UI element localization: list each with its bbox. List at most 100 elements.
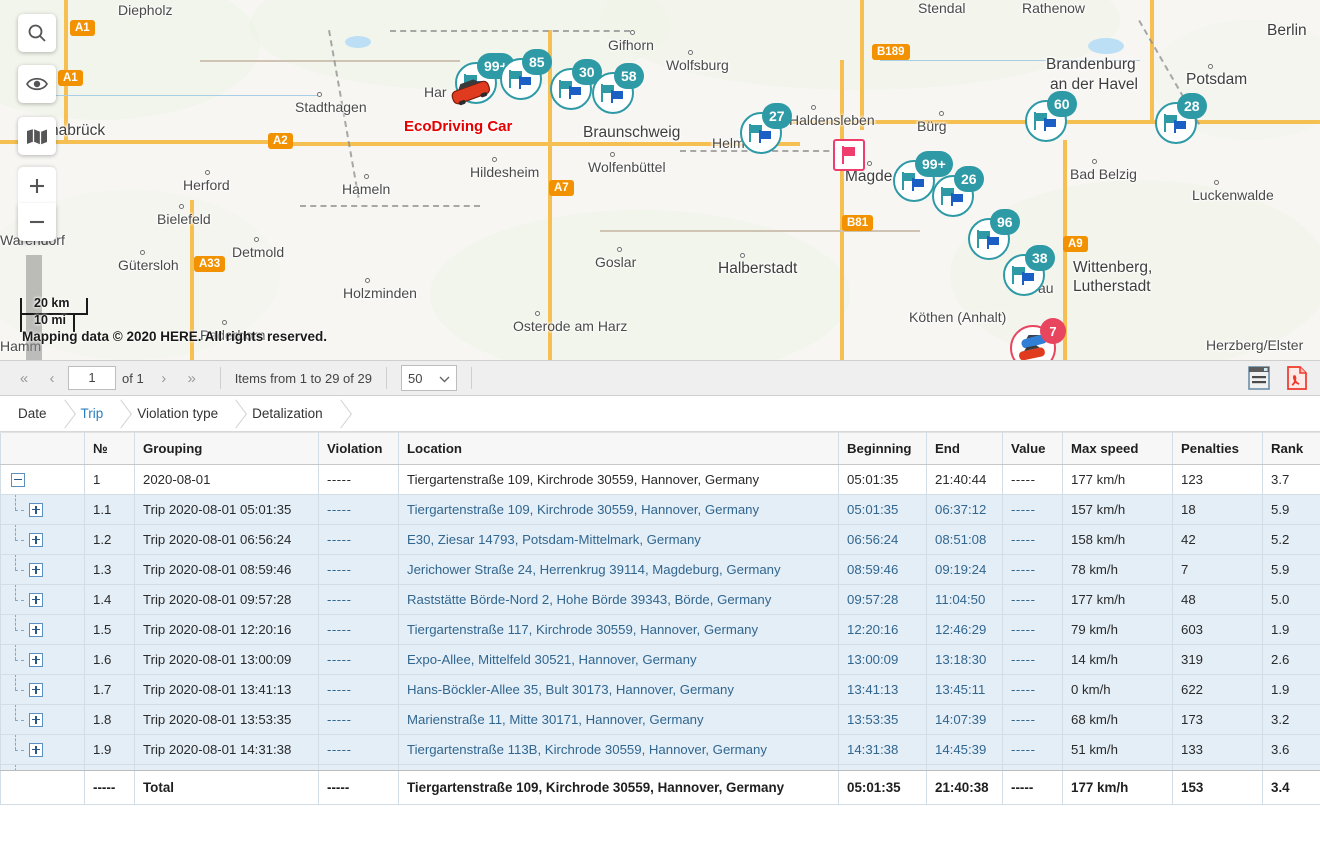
expand-row-icon[interactable] — [29, 743, 43, 757]
next-page-button[interactable]: › — [150, 365, 178, 391]
table-row[interactable]: 1.4Trip 2020-08-01 09:57:28-----Raststät… — [1, 585, 1320, 615]
map-panel[interactable]: DiepholzStendalRathenowBerlinGifhornWolf… — [0, 0, 1320, 360]
cell-end[interactable]: 08:51:08 — [927, 525, 1003, 555]
column-header-max-speed[interactable]: Max speed — [1063, 433, 1173, 465]
map-violation-cluster-marker[interactable]: 30 — [550, 68, 592, 110]
table-row[interactable]: 1.5Trip 2020-08-01 12:20:16-----Tiergart… — [1, 615, 1320, 645]
pagination-bar[interactable]: « ‹ 1 of 1 › » Items from 1 to 29 of 29 … — [0, 360, 1320, 396]
breadcrumb[interactable]: DateTripViolation typeDetalization — [0, 396, 1320, 432]
cell-location[interactable]: Marienstraße 11, Mitte 30171, Hannover, … — [399, 705, 839, 735]
cell-beginning[interactable]: 13:41:13 — [839, 675, 927, 705]
cell-beginning[interactable]: 06:56:24 — [839, 525, 927, 555]
column-header-end[interactable]: End — [927, 433, 1003, 465]
table-row[interactable]: 1.6Trip 2020-08-01 13:00:09-----Expo-All… — [1, 645, 1320, 675]
cell-location[interactable]: E30, Ziesar 14793, Potsdam-Mittelmark, G… — [399, 525, 839, 555]
table-row[interactable]: 1.7Trip 2020-08-01 13:41:13-----Hans-Böc… — [1, 675, 1320, 705]
cell-location[interactable]: Tiergartenstraße 109, Kirchrode 30559, H… — [399, 495, 839, 525]
table-row[interactable]: 1.8Trip 2020-08-01 13:53:35-----Marienst… — [1, 705, 1320, 735]
collapse-row-icon[interactable] — [11, 473, 25, 487]
zoom-in-icon[interactable] — [18, 167, 56, 205]
page-size-select[interactable]: 50 — [401, 365, 457, 391]
expand-row-icon[interactable] — [29, 593, 43, 607]
cell-location[interactable]: Hans-Böckler-Allee 35, Bult 30173, Hanno… — [399, 675, 839, 705]
cell-end[interactable]: 14:07:39 — [927, 705, 1003, 735]
column-header-rank[interactable]: Rank — [1263, 433, 1320, 465]
column-header-tree[interactable] — [1, 433, 85, 465]
column-header-№[interactable]: № — [85, 433, 135, 465]
expand-row-icon[interactable] — [29, 683, 43, 697]
cell-location[interactable]: Tiergartenstraße 113B, Kirchrode 30559, … — [399, 735, 839, 765]
map-violation-cluster-marker[interactable]: 27 — [740, 112, 782, 154]
expand-row-icon[interactable] — [29, 563, 43, 577]
map-violation-cluster-marker[interactable]: 60 — [1025, 100, 1067, 142]
cell-end[interactable]: 06:37:12 — [927, 495, 1003, 525]
map-city-label: Herford — [183, 177, 230, 193]
layers-icon[interactable] — [18, 117, 56, 155]
last-page-button[interactable]: » — [178, 365, 206, 391]
cell-end[interactable]: 09:19:24 — [927, 555, 1003, 585]
cell-grouping: Trip 2020-08-01 13:41:13 — [135, 675, 319, 705]
map-violation-cluster-marker[interactable]: 58 — [592, 72, 634, 114]
expand-row-icon[interactable] — [29, 713, 43, 727]
cell-end[interactable]: 21:40:44 — [927, 465, 1003, 495]
cell-beginning[interactable]: 12:20:16 — [839, 615, 927, 645]
cell-beginning[interactable]: 08:59:46 — [839, 555, 927, 585]
breadcrumb-item-violation-type[interactable]: Violation type — [119, 396, 234, 431]
map-violation-cluster-marker[interactable]: 28 — [1155, 102, 1197, 144]
map-finish-flag-marker[interactable] — [833, 139, 865, 171]
cell-beginning[interactable]: 13:00:09 — [839, 645, 927, 675]
cell-end[interactable]: 13:45:11 — [927, 675, 1003, 705]
breadcrumb-item-detalization[interactable]: Detalization — [234, 396, 339, 431]
expand-row-icon[interactable] — [29, 533, 43, 547]
eye-icon[interactable] — [18, 65, 56, 103]
cell-location[interactable]: Raststätte Börde-Nord 2, Hohe Börde 3934… — [399, 585, 839, 615]
cell-beginning[interactable]: 14:31:38 — [839, 735, 927, 765]
map-border — [300, 205, 480, 207]
map-violation-cluster-marker[interactable]: 26 — [932, 175, 974, 217]
cell-location[interactable]: Jerichower Straße 24, Herrenkrug 39114, … — [399, 555, 839, 585]
cell-location[interactable]: Tiergartenstraße 117, Kirchrode 30559, H… — [399, 615, 839, 645]
column-header-grouping[interactable]: Grouping — [135, 433, 319, 465]
breadcrumb-item-date[interactable]: Date — [0, 396, 63, 431]
cell-beginning[interactable]: 13:53:35 — [839, 705, 927, 735]
cell-beginning[interactable]: 05:01:35 — [839, 495, 927, 525]
table-row[interactable]: 1.2Trip 2020-08-01 06:56:24-----E30, Zie… — [1, 525, 1320, 555]
page-number-input[interactable]: 1 — [68, 366, 116, 390]
cell-end[interactable]: 13:18:30 — [927, 645, 1003, 675]
map-violation-cluster-marker[interactable]: 85 — [500, 58, 542, 100]
first-page-button[interactable]: « — [10, 365, 38, 391]
cell-beginning[interactable]: 05:01:35 — [839, 465, 927, 495]
cell-end[interactable]: 12:46:29 — [927, 615, 1003, 645]
cell-location[interactable]: Expo-Allee, Mittelfeld 30521, Hannover, … — [399, 645, 839, 675]
map-violation-cluster-marker[interactable]: 99+ — [893, 160, 935, 202]
table-row[interactable]: 1.9Trip 2020-08-01 14:31:38-----Tiergart… — [1, 735, 1320, 765]
cell-location[interactable]: Tiergartenstraße 109, Kirchrode 30559, H… — [399, 465, 839, 495]
map-vehicle-cluster-marker[interactable]: 7 — [1010, 325, 1056, 360]
pdf-export-icon[interactable] — [1284, 365, 1310, 391]
expand-row-icon[interactable] — [29, 653, 43, 667]
column-header-violation[interactable]: Violation — [319, 433, 399, 465]
cell-beginning[interactable]: 09:57:28 — [839, 585, 927, 615]
cell-end[interactable]: 14:45:39 — [927, 735, 1003, 765]
search-icon[interactable] — [18, 14, 56, 52]
row-tree-cell — [1, 555, 85, 585]
map-violation-cluster-marker[interactable]: 38 — [1003, 254, 1045, 296]
cell-rank: 5.9 — [1263, 495, 1320, 525]
column-header-penalties[interactable]: Penalties — [1173, 433, 1263, 465]
map-city-label: Holzminden — [343, 285, 417, 301]
table-row[interactable]: 1.3Trip 2020-08-01 08:59:46-----Jerichow… — [1, 555, 1320, 585]
column-header-location[interactable]: Location — [399, 433, 839, 465]
column-header-value[interactable]: Value — [1003, 433, 1063, 465]
prev-page-button[interactable]: ‹ — [38, 365, 66, 391]
expand-row-icon[interactable] — [29, 503, 43, 517]
row-tree-cell — [1, 525, 85, 555]
report-export-icon[interactable] — [1246, 365, 1272, 391]
report-grid[interactable]: №GroupingViolationLocationBeginningEndVa… — [0, 432, 1320, 805]
expand-row-icon[interactable] — [29, 623, 43, 637]
cell-end[interactable]: 11:04:50 — [927, 585, 1003, 615]
zoom-out-icon[interactable] — [18, 203, 56, 241]
table-row[interactable]: 1.1Trip 2020-08-01 05:01:35-----Tiergart… — [1, 495, 1320, 525]
table-row[interactable]: 12020-08-01-----Tiergartenstraße 109, Ki… — [1, 465, 1320, 495]
column-header-beginning[interactable]: Beginning — [839, 433, 927, 465]
vehicle-marker[interactable] — [448, 78, 494, 108]
